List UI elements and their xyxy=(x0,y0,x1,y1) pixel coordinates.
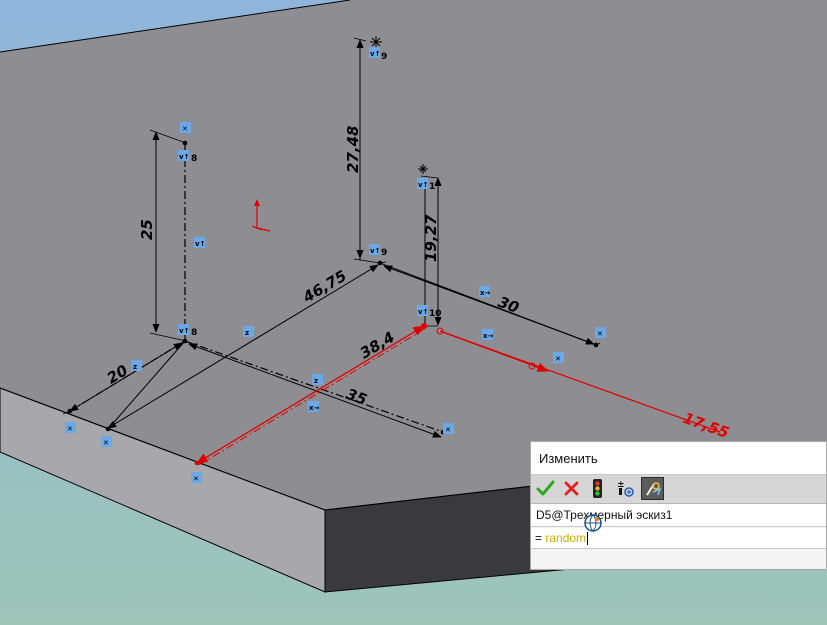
relation-icon: ✕ xyxy=(180,122,191,133)
check-icon xyxy=(536,480,555,496)
relation-tag-8-top: 8 xyxy=(191,154,197,164)
relation-icon: z xyxy=(312,374,323,385)
dimension-mark-icon xyxy=(646,482,662,496)
mark-dimension-button[interactable] xyxy=(641,477,664,500)
svg-text:v↑: v↑ xyxy=(370,247,380,255)
relation-icon: x→ xyxy=(308,401,320,412)
svg-text:v↑: v↑ xyxy=(195,240,205,248)
relation-icon: ✕ xyxy=(443,423,454,434)
svg-text:✕: ✕ xyxy=(555,355,561,363)
relation-tag-8-bottom: 8 xyxy=(191,328,197,338)
svg-text:✕: ✕ xyxy=(103,439,109,447)
dim-text-19-27: 19,27 xyxy=(422,214,440,262)
relation-icon: x→ xyxy=(482,329,494,340)
relation-icon: x→ xyxy=(479,286,491,297)
relation-tag-9-bottom: 9 xyxy=(381,248,387,258)
globe-cursor-icon xyxy=(584,514,602,532)
svg-text:x→: x→ xyxy=(483,332,494,340)
relation-icon: v↑ xyxy=(369,244,380,255)
accept-button[interactable] xyxy=(534,477,557,500)
rebuild-button[interactable] xyxy=(586,477,609,500)
svg-text:✕: ✕ xyxy=(597,330,603,338)
svg-text:✕: ✕ xyxy=(182,125,188,133)
dim-text-27-48: 27,48 xyxy=(344,126,362,173)
value-text: random xyxy=(545,531,587,545)
relation-icon: ✕ xyxy=(191,472,202,483)
svg-text:✕: ✕ xyxy=(445,426,451,434)
relation-icon: v↑ xyxy=(194,237,205,248)
cancel-button[interactable] xyxy=(560,477,583,500)
reset-spin-increment-button[interactable]: ± xyxy=(614,477,637,500)
text-caret xyxy=(587,532,589,546)
dimension-value-input[interactable]: = random xyxy=(531,528,826,549)
relation-icon: v↑ xyxy=(178,324,189,335)
spin-increment-icon: ± xyxy=(617,480,634,497)
svg-text:z: z xyxy=(245,329,249,337)
svg-text:x→: x→ xyxy=(480,289,491,297)
equals-sign: = xyxy=(535,531,543,545)
svg-text:x→: x→ xyxy=(309,404,320,412)
relation-icon: ✕ xyxy=(65,422,76,433)
relation-icon: v↑ xyxy=(417,178,428,189)
svg-text:✕: ✕ xyxy=(193,475,199,483)
dialog-title: Изменить xyxy=(531,442,826,475)
relation-tag-1: 1 xyxy=(429,182,435,192)
svg-text:v↑: v↑ xyxy=(370,50,380,58)
svg-text:v↑: v↑ xyxy=(179,327,189,335)
svg-text:z: z xyxy=(314,377,318,385)
modify-dimension-dialog[interactable]: Изменить ± D5@Трехмерный эскиз1 = random xyxy=(530,441,827,570)
relation-icon: z xyxy=(131,360,142,371)
relation-icon: ✕ xyxy=(553,352,564,363)
svg-text:v↑: v↑ xyxy=(179,153,189,161)
dialog-toolbar: ± xyxy=(531,475,826,504)
relation-icon: v↑ xyxy=(178,150,189,161)
relation-icon: ✕ xyxy=(101,436,112,447)
svg-text:v↑: v↑ xyxy=(418,181,428,189)
svg-text:z: z xyxy=(133,363,137,371)
relation-icon: ✕ xyxy=(595,327,606,338)
svg-text:v↑: v↑ xyxy=(418,308,428,316)
svg-text:✕: ✕ xyxy=(67,425,73,433)
dimension-name-field[interactable]: D5@Трехмерный эскиз1 xyxy=(531,504,826,527)
relation-icon: v↑ xyxy=(369,47,380,58)
x-icon xyxy=(564,481,579,496)
relation-icon: v↑ xyxy=(417,305,428,316)
relation-icon: z xyxy=(243,326,254,337)
relation-tag-9-top: 9 xyxy=(381,52,387,62)
traffic-light-icon xyxy=(593,479,602,498)
relation-tag-10: 10 xyxy=(429,309,442,319)
dim-text-25: 25 xyxy=(138,219,156,240)
